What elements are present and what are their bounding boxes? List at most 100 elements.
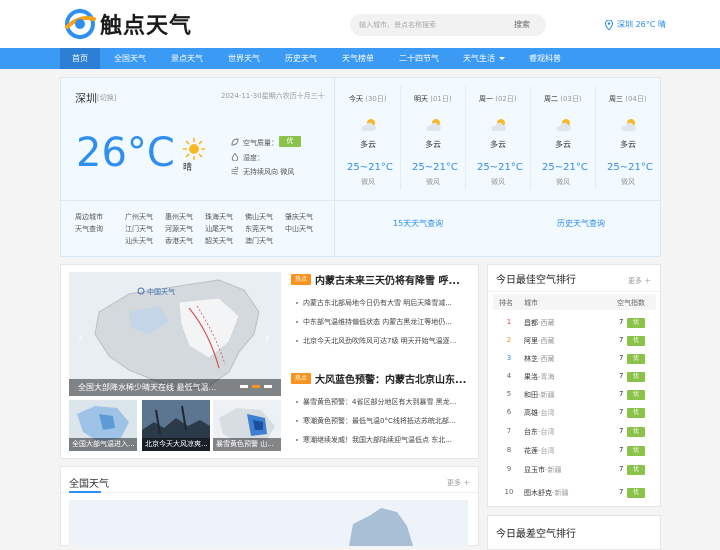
slide-dot[interactable] bbox=[264, 385, 272, 388]
fifteen-day-link[interactable]: 15天天气查询 bbox=[393, 218, 443, 229]
rank-city[interactable]: 和田-新疆 bbox=[524, 390, 555, 400]
ranking-title: 今日最差空气排行 bbox=[496, 529, 576, 540]
nav-item-science[interactable]: 睿观科普 bbox=[521, 48, 569, 69]
current-date: 2024-11-30星期六农历十月三十 bbox=[221, 92, 325, 100]
hot-badge: 热点 bbox=[291, 274, 311, 285]
rank-city[interactable]: 高雄-台湾 bbox=[524, 408, 555, 418]
rank-value: 7 bbox=[619, 446, 624, 454]
forecast-wind: 微风 bbox=[361, 178, 375, 186]
news-thumbnail[interactable]: 暴雪黄色预警 山... bbox=[213, 400, 281, 451]
aqi-label: 空气质量： bbox=[243, 139, 278, 147]
nav-item-solar-terms[interactable]: 二十四节气 bbox=[391, 48, 447, 69]
nearby-city-link[interactable]: 江门天气 bbox=[125, 224, 153, 234]
rank-city[interactable]: 图木舒克-新疆 bbox=[524, 488, 569, 498]
card-divider bbox=[335, 200, 660, 201]
logo-icon[interactable] bbox=[64, 9, 96, 39]
news-item[interactable]: 内蒙古东北部局地今日仍有大雪 明后天降雪减... bbox=[296, 298, 471, 308]
forecast-wind: 微风 bbox=[426, 178, 440, 186]
rank-number: 8 bbox=[506, 446, 512, 454]
slide-caption[interactable]: 全国大部降水稀少晴天在线 最低气温... bbox=[69, 379, 281, 396]
nav-item-life[interactable]: 天气生活 bbox=[455, 48, 503, 69]
slide-dot[interactable] bbox=[240, 385, 248, 388]
nearby-city-link[interactable]: 珠海天气 bbox=[205, 212, 233, 222]
nearby-city-link[interactable]: 汕头天气 bbox=[125, 236, 153, 246]
nav-item-history[interactable]: 历史天气 bbox=[277, 48, 325, 69]
nearby-city-link[interactable]: 惠州天气 bbox=[165, 212, 193, 222]
national-map[interactable] bbox=[69, 500, 468, 546]
nav-item-scenic[interactable]: 景点天气 bbox=[163, 48, 211, 69]
switch-city-link[interactable]: [切换] bbox=[97, 93, 116, 103]
nearby-city-link[interactable]: 东莞天气 bbox=[245, 224, 273, 234]
rank-value: 7 bbox=[619, 336, 624, 344]
nearby-city-link[interactable]: 汕尾天气 bbox=[205, 224, 233, 234]
rank-city[interactable]: 昌都-西藏 bbox=[524, 318, 555, 328]
rank-number: 4 bbox=[506, 372, 512, 380]
news-headline[interactable]: 大风蓝色预警：内蒙古北京山东... bbox=[315, 371, 466, 386]
aqi-level-badge: 优 bbox=[627, 372, 645, 382]
partly-cloudy-icon bbox=[556, 119, 571, 131]
nearby-city-link[interactable]: 韶关天气 bbox=[205, 236, 233, 246]
rank-city[interactable]: 阿里-西藏 bbox=[524, 336, 555, 346]
news-item[interactable]: 北京今天北风劲吹阵风可达7级 明天开始气温逐... bbox=[296, 336, 471, 346]
current-location[interactable]: 深圳 26°C 晴 bbox=[617, 19, 666, 30]
slide-dot-active[interactable] bbox=[252, 385, 260, 388]
nav-item-rankings[interactable]: 天气榜单 bbox=[334, 48, 382, 69]
forecast-temp: 25~21°C bbox=[412, 162, 458, 173]
current-condition: 晴 bbox=[183, 163, 193, 173]
news-headline[interactable]: 内蒙古未来三天仍将有降雪 呼... bbox=[315, 272, 460, 287]
column-header: 空气指数 bbox=[617, 299, 645, 307]
column-header: 排名 bbox=[499, 299, 513, 307]
current-temperature: 26°C bbox=[76, 130, 175, 176]
nav-item-national[interactable]: 全国天气 bbox=[106, 48, 154, 69]
rank-city[interactable]: 林芝-西藏 bbox=[524, 354, 555, 364]
more-link[interactable]: 更多 ＋ bbox=[447, 478, 470, 488]
rank-city[interactable]: 花莲-台湾 bbox=[524, 446, 555, 456]
leaf-icon bbox=[231, 138, 239, 146]
aqi-level-badge: 优 bbox=[627, 408, 645, 418]
nearby-label-2: 天气查询 bbox=[75, 225, 103, 233]
nearby-city-link[interactable]: 中山天气 bbox=[285, 224, 313, 234]
nav-item-home[interactable]: 首页 bbox=[60, 48, 100, 69]
more-link[interactable]: 更多 ＋ bbox=[628, 276, 651, 286]
forecast-divider bbox=[530, 86, 531, 190]
news-item[interactable]: 寒潮继续发威！我国大部陆续迎气温低点 东北... bbox=[296, 435, 471, 445]
news-thumbnail[interactable]: 北京今天大风凉爽... bbox=[142, 400, 210, 451]
nearby-city-link[interactable]: 澳门天气 bbox=[245, 236, 273, 246]
rank-number: 10 bbox=[504, 488, 514, 496]
nearby-city-link[interactable]: 佛山天气 bbox=[245, 212, 273, 222]
rank-value: 7 bbox=[619, 372, 624, 380]
rank-number: 6 bbox=[506, 408, 512, 416]
nearby-city-link[interactable]: 广州天气 bbox=[125, 212, 153, 222]
nearby-city-link[interactable]: 肇庆天气 bbox=[285, 212, 313, 222]
forecast-divider bbox=[465, 86, 466, 190]
card-divider bbox=[334, 78, 335, 256]
wind-info: 无持续风向 微风 bbox=[243, 168, 295, 176]
search-button[interactable]: 搜索 bbox=[514, 19, 530, 30]
nearby-city-link[interactable]: 香港天气 bbox=[165, 236, 193, 246]
aqi-level-badge: 优 bbox=[627, 336, 645, 346]
rank-number: 3 bbox=[506, 354, 512, 362]
nearby-city-link[interactable]: 河源天气 bbox=[165, 224, 193, 234]
history-weather-link[interactable]: 历史天气查询 bbox=[557, 218, 605, 229]
rank-number: 2 bbox=[506, 336, 512, 344]
rank-value: 7 bbox=[619, 318, 624, 326]
section-title: 全国天气 bbox=[69, 479, 109, 490]
rank-number: 9 bbox=[506, 465, 512, 473]
thumbnail-caption: 暴雪黄色预警 山... bbox=[213, 438, 281, 451]
news-item[interactable]: 中东部气温维持偏低状态 内蒙古黑龙江等地仍... bbox=[296, 317, 471, 327]
thumbnail-caption: 全国大部气温进入... bbox=[69, 438, 137, 451]
forecast-condition: 多云 bbox=[425, 140, 441, 149]
aqi-level-badge: 优 bbox=[627, 427, 645, 437]
rank-city[interactable]: 台东-台湾 bbox=[524, 427, 555, 437]
news-map-image[interactable]: 中国天气 ‹ › bbox=[69, 272, 281, 396]
forecast-wind: 微风 bbox=[491, 178, 505, 186]
section-title-underline bbox=[69, 491, 101, 493]
logo-text[interactable]: 触点天气 bbox=[100, 8, 192, 40]
rank-city[interactable]: 果洛-青海 bbox=[524, 372, 555, 382]
rank-city[interactable]: 显玉市-新疆 bbox=[524, 465, 562, 475]
nav-item-world[interactable]: 世界天气 bbox=[220, 48, 268, 69]
forecast-day: 明天 (01日) bbox=[414, 95, 452, 103]
news-item[interactable]: 寒潮黄色预警：最低气温0°C线将抵达苏皖北部... bbox=[296, 416, 471, 426]
news-item[interactable]: 暴雪黄色预警：4省区部分地区有大到暴雪 黑龙... bbox=[296, 397, 471, 407]
news-thumbnail[interactable]: 全国大部气温进入... bbox=[69, 400, 137, 451]
